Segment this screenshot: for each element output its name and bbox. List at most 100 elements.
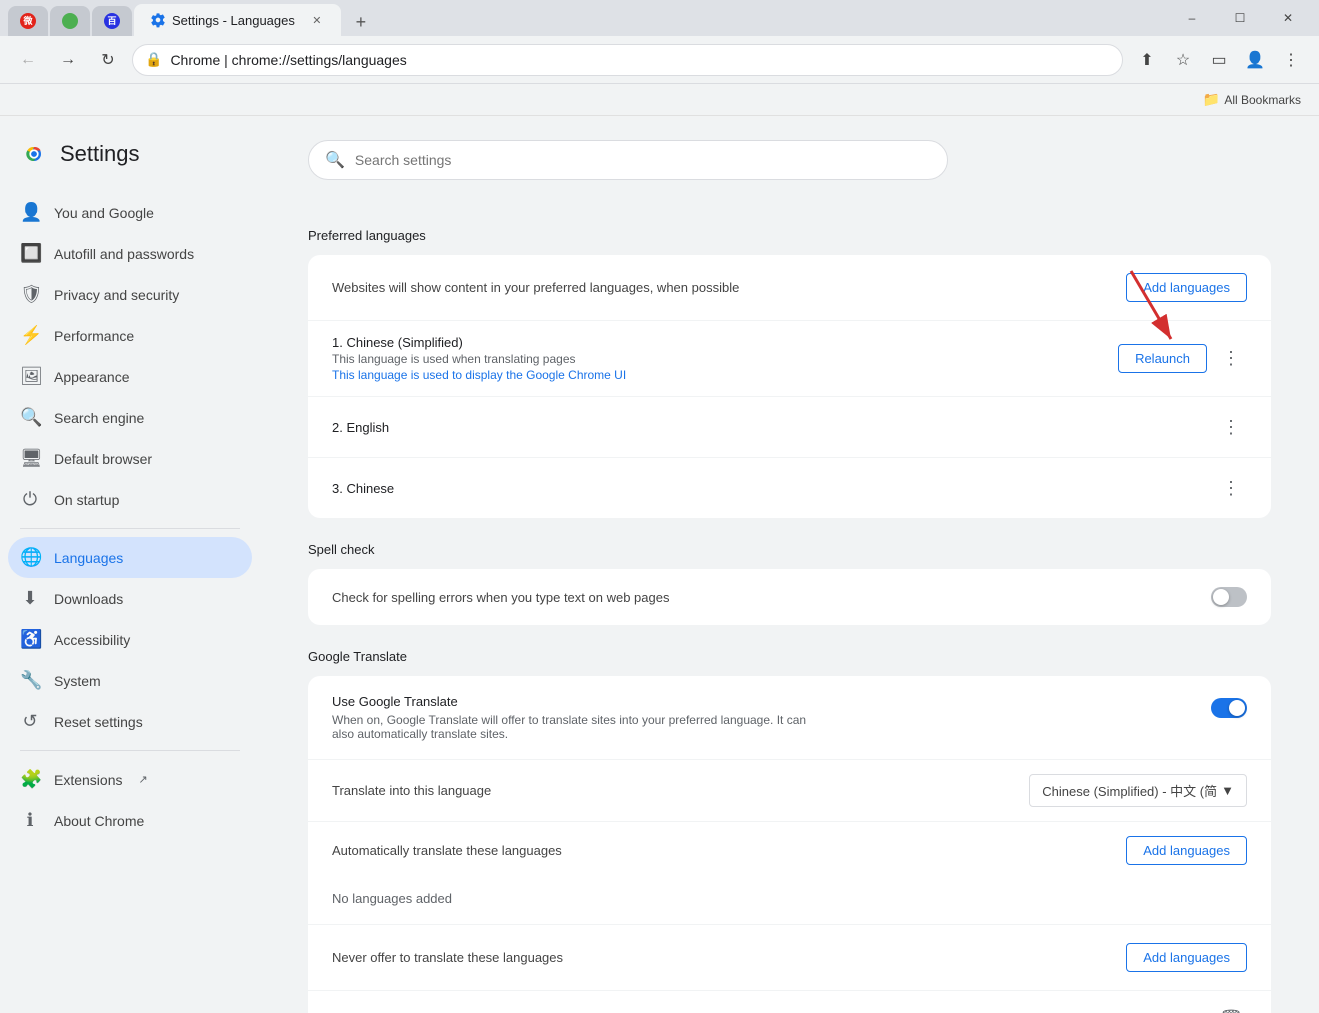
dropdown-arrow-icon: ▼ bbox=[1221, 783, 1234, 798]
use-google-translate-text: Use Google Translate When on, Google Tra… bbox=[332, 694, 1211, 741]
autofill-label: Autofill and passwords bbox=[54, 246, 194, 262]
language-2-menu-button[interactable]: ⋮ bbox=[1215, 411, 1247, 443]
tab-nod[interactable] bbox=[50, 6, 90, 36]
privacy-label: Privacy and security bbox=[54, 287, 179, 303]
sidebar-divider-2 bbox=[20, 750, 240, 751]
translate-into-label: Translate into this language bbox=[332, 783, 491, 798]
sidebar-item-reset-settings[interactable]: ↺ Reset settings bbox=[8, 701, 252, 742]
you-and-google-label: You and Google bbox=[54, 205, 154, 221]
new-tab-button[interactable]: + bbox=[347, 8, 375, 36]
spell-check-text: Check for spelling errors when you type … bbox=[332, 590, 669, 605]
sidebar-item-languages[interactable]: 🌐 Languages bbox=[8, 537, 252, 578]
use-google-translate-row: Use Google Translate When on, Google Tra… bbox=[308, 676, 1271, 759]
sidebar-item-performance[interactable]: ⚡ Performance bbox=[8, 315, 252, 356]
sidebar-item-default-browser[interactable]: 🖥 Default browser bbox=[8, 438, 252, 479]
sidebar-item-accessibility[interactable]: ♿ Accessibility bbox=[8, 619, 252, 660]
search-input[interactable] bbox=[355, 152, 931, 168]
sidebar-item-you-and-google[interactable]: 👤 You and Google bbox=[8, 192, 252, 233]
never-translate-add-button[interactable]: Add languages bbox=[1126, 943, 1247, 972]
language-3-info: 3. Chinese bbox=[332, 481, 1215, 496]
tab-settings-label: Settings - Languages bbox=[172, 13, 295, 28]
add-languages-button-1[interactable]: Add languages bbox=[1126, 273, 1247, 302]
tab-strip: 微 百 Settings - Languages ✕ + bbox=[8, 4, 375, 36]
preferred-languages-header: Websites will show content in your prefe… bbox=[308, 255, 1271, 320]
languages-label: Languages bbox=[54, 550, 123, 566]
you-and-google-icon: 👤 bbox=[20, 202, 40, 223]
profile-button[interactable]: 👤 bbox=[1239, 44, 1271, 76]
spell-check-toggle[interactable] bbox=[1211, 587, 1247, 607]
settings-title: Settings bbox=[60, 141, 140, 167]
menu-button[interactable]: ⋮ bbox=[1275, 44, 1307, 76]
address-bar[interactable]: 🔒 Chrome | chrome://settings/languages bbox=[132, 44, 1123, 76]
relaunch-button[interactable]: Relaunch bbox=[1118, 344, 1207, 373]
favicon-nod bbox=[62, 13, 78, 29]
close-button[interactable]: ✕ bbox=[1265, 4, 1311, 32]
spell-check-row: Check for spelling errors when you type … bbox=[308, 569, 1271, 625]
use-google-translate-label: Use Google Translate bbox=[332, 694, 1211, 709]
bookmarks-bar: 📁 All Bookmarks bbox=[0, 84, 1319, 116]
external-link-icon: ↗ bbox=[138, 773, 147, 786]
never-translate-row: Never offer to translate these languages… bbox=[308, 924, 1271, 990]
auto-translate-label: Automatically translate these languages bbox=[332, 843, 562, 858]
tab-baidu[interactable]: 百 bbox=[92, 6, 132, 36]
search-bar[interactable]: 🔍 bbox=[308, 140, 948, 180]
auto-translate-row: Automatically translate these languages … bbox=[308, 821, 1271, 879]
reading-mode-button[interactable]: ▭ bbox=[1203, 44, 1235, 76]
language-3-number-name: 3. Chinese bbox=[332, 481, 1215, 496]
main-content: 🔍 Preferred languages Websites will show… bbox=[260, 116, 1319, 1013]
minimize-button[interactable]: – bbox=[1169, 4, 1215, 32]
sidebar-item-extensions[interactable]: 🧩 Extensions ↗ bbox=[8, 759, 252, 800]
auto-translate-add-button[interactable]: Add languages bbox=[1126, 836, 1247, 865]
google-translate-title: Google Translate bbox=[308, 649, 1271, 664]
sidebar-item-autofill[interactable]: 🔲 Autofill and passwords bbox=[8, 233, 252, 274]
reload-button[interactable]: ↻ bbox=[92, 44, 124, 76]
privacy-icon: 🛡 bbox=[20, 284, 40, 305]
accessibility-icon: ♿ bbox=[20, 629, 40, 650]
search-engine-label: Search engine bbox=[54, 410, 144, 426]
accessibility-label: Accessibility bbox=[54, 632, 130, 648]
sidebar-item-about-chrome[interactable]: ℹ About Chrome bbox=[8, 800, 252, 841]
language-1-menu-button[interactable]: ⋮ bbox=[1215, 343, 1247, 375]
back-button[interactable]: ← bbox=[12, 44, 44, 76]
sidebar: Settings 👤 You and Google 🔲 Autofill and… bbox=[0, 116, 260, 1013]
translate-into-select[interactable]: Chinese (Simplified) - 中文 (简 ▼ bbox=[1029, 774, 1247, 807]
sidebar-item-downloads[interactable]: ⬇ Downloads bbox=[8, 578, 252, 619]
extensions-label: Extensions bbox=[54, 772, 122, 788]
downloads-label: Downloads bbox=[54, 591, 123, 607]
sidebar-item-on-startup[interactable]: ⏻ On startup bbox=[8, 479, 252, 520]
language-3-actions: ⋮ bbox=[1215, 472, 1247, 504]
never-translate-label: Never offer to translate these languages bbox=[332, 950, 563, 965]
nav-actions: ⬆ ☆ ▭ 👤 ⋮ bbox=[1131, 44, 1307, 76]
preferred-languages-desc: Websites will show content in your prefe… bbox=[332, 280, 1126, 295]
tab-close-button[interactable]: ✕ bbox=[309, 12, 325, 28]
sidebar-item-privacy[interactable]: 🛡 Privacy and security bbox=[8, 274, 252, 315]
never-translate-lang-item: Chinese (Simplified) 🗑 bbox=[308, 990, 1271, 1013]
forward-button[interactable]: → bbox=[52, 44, 84, 76]
google-translate-toggle[interactable] bbox=[1211, 698, 1247, 718]
language-item-1: 1. Chinese (Simplified) This language is… bbox=[308, 320, 1271, 396]
google-translate-card: Use Google Translate When on, Google Tra… bbox=[308, 676, 1271, 1013]
maximize-button[interactable]: ☐ bbox=[1217, 4, 1263, 32]
language-1-ui-text: This language is used to display the Goo… bbox=[332, 368, 1118, 382]
languages-icon: 🌐 bbox=[20, 547, 40, 568]
autofill-icon: 🔲 bbox=[20, 243, 40, 264]
favicon-weibo: 微 bbox=[20, 13, 36, 29]
language-3-menu-button[interactable]: ⋮ bbox=[1215, 472, 1247, 504]
delete-never-translate-button[interactable]: 🗑 bbox=[1215, 1003, 1247, 1013]
settings-logo: Settings bbox=[8, 132, 252, 192]
language-item-2: 2. English ⋮ bbox=[308, 396, 1271, 457]
bookmark-button[interactable]: ☆ bbox=[1167, 44, 1199, 76]
all-bookmarks[interactable]: 📁 All Bookmarks bbox=[1197, 89, 1307, 110]
translate-into-row: Translate into this language Chinese (Si… bbox=[308, 759, 1271, 821]
sidebar-item-search-engine[interactable]: 🔍 Search engine bbox=[8, 397, 252, 438]
sidebar-item-appearance[interactable]: 🖼 Appearance bbox=[8, 356, 252, 397]
sidebar-item-system[interactable]: 🔧 System bbox=[8, 660, 252, 701]
spell-check-card: Check for spelling errors when you type … bbox=[308, 569, 1271, 625]
nav-bar: ← → ↻ 🔒 Chrome | chrome://settings/langu… bbox=[0, 36, 1319, 84]
system-label: System bbox=[54, 673, 101, 689]
tab-weibo[interactable]: 微 bbox=[8, 6, 48, 36]
sidebar-divider-1 bbox=[20, 528, 240, 529]
tab-settings[interactable]: Settings - Languages ✕ bbox=[134, 4, 341, 36]
share-button[interactable]: ⬆ bbox=[1131, 44, 1163, 76]
default-browser-icon: 🖥 bbox=[20, 448, 40, 469]
